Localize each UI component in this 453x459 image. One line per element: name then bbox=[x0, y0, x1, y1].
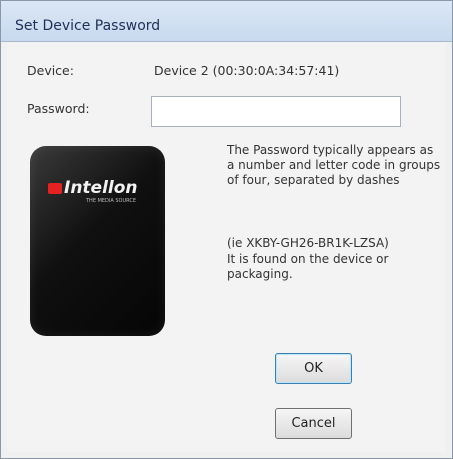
password-location-text: It is found on the device or packaging. bbox=[227, 252, 389, 281]
logo-mark-icon bbox=[48, 183, 62, 194]
dialog-content: Device: Device 2 (00:30:0A:34:57:41) Pas… bbox=[7, 42, 446, 452]
password-help-text: The Password typically appears as a numb… bbox=[227, 143, 441, 187]
device-image: Intellon THE MEDIA SOURCE bbox=[30, 146, 165, 336]
logo-subtitle: THE MEDIA SOURCE bbox=[86, 198, 137, 204]
cancel-button[interactable]: Cancel bbox=[275, 408, 352, 439]
title-bar[interactable]: Set Device Password bbox=[1, 1, 452, 42]
device-value: Device 2 (00:30:0A:34:57:41) bbox=[154, 63, 340, 78]
password-label: Password: bbox=[27, 101, 90, 116]
device-label: Device: bbox=[27, 63, 74, 78]
password-example-text: (ie XKBY-GH26-BR1K-LZSA) bbox=[227, 236, 389, 250]
password-input[interactable] bbox=[151, 96, 401, 127]
logo-text: Intellon bbox=[64, 178, 138, 198]
dialog-title: Set Device Password bbox=[15, 18, 161, 34]
ok-button[interactable]: OK bbox=[275, 353, 352, 384]
device-logo: Intellon THE MEDIA SOURCE bbox=[48, 178, 140, 204]
set-device-password-dialog: Set Device Password Device: Device 2 (00… bbox=[0, 0, 453, 459]
